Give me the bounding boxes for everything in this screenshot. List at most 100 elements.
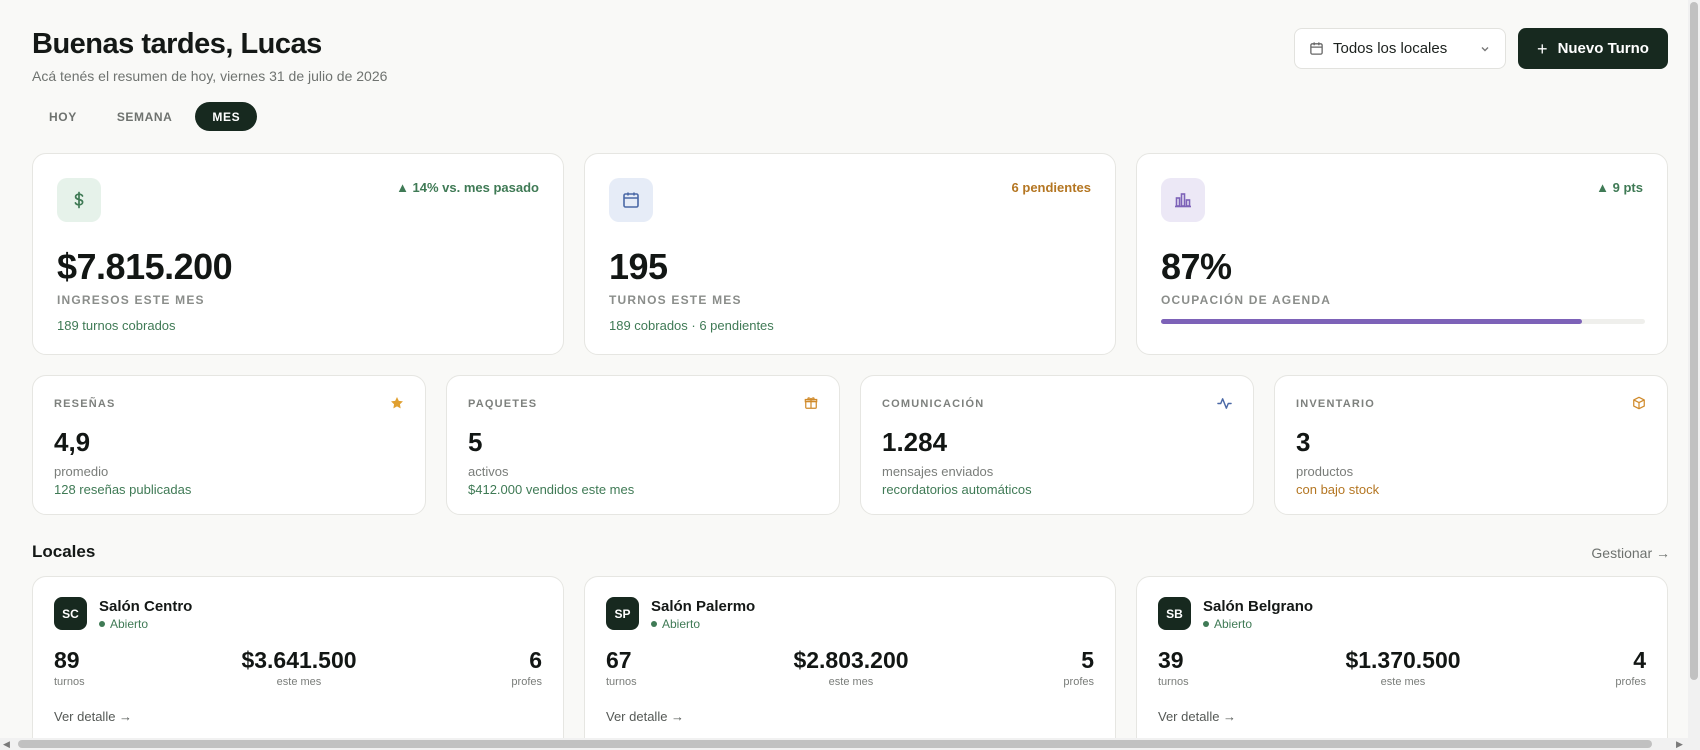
kpi-label: TURNOS ESTE MES xyxy=(609,293,742,307)
scroll-left-icon[interactable]: ◀ xyxy=(3,738,10,750)
location-card-belgrano[interactable]: SB Salón Belgrano Abierto 39 turnos $1.37… xyxy=(1136,576,1668,750)
location-name: Salón Belgrano xyxy=(1203,598,1314,615)
stat-label: turnos xyxy=(54,676,85,688)
stat-value: 6 xyxy=(529,647,542,673)
mini-sub: con bajo stock xyxy=(1296,482,1380,497)
mini-label: RESEÑAS xyxy=(54,398,116,410)
occupancy-progress-fill xyxy=(1161,319,1583,324)
mini-label: INVENTARIO xyxy=(1296,398,1376,410)
location-card-centro[interactable]: SC Salón Centro Abierto 89 turnos $3.641.… xyxy=(32,576,564,750)
mini-sub: $412.000 vendidos este mes xyxy=(468,482,635,497)
stat-turnos: 67 turnos xyxy=(606,647,637,688)
location-name: Salón Palermo xyxy=(651,598,756,615)
new-appointment-label: Nuevo Turno xyxy=(1557,40,1649,57)
stat-turnos: 89 turnos xyxy=(54,647,85,688)
tab-semana[interactable]: SEMANA xyxy=(100,102,190,131)
mini-unit: mensajes enviados xyxy=(882,464,994,479)
avatar: SC xyxy=(54,597,87,630)
kpi-card-appointments: 6 pendientes 195 TURNOS ESTE MES 189 cob… xyxy=(584,153,1116,355)
view-detail-link[interactable]: Ver detalle → xyxy=(1158,709,1236,724)
view-detail-link[interactable]: Ver detalle → xyxy=(606,709,684,724)
stat-profes: 6 profes xyxy=(511,647,542,688)
box-icon xyxy=(1632,396,1646,410)
dollar-icon xyxy=(57,178,101,222)
mini-unit: productos xyxy=(1296,464,1354,479)
kpi-delta: ▲ 14% vs. mes pasado xyxy=(396,180,539,195)
stat-turnos: 39 turnos xyxy=(1158,647,1189,688)
tab-mes[interactable]: MES xyxy=(195,102,258,131)
mini-value: 4,9 xyxy=(54,427,91,457)
status-dot-icon xyxy=(99,621,105,627)
kpi-delta: 6 pendientes xyxy=(1011,180,1091,195)
page-subtitle: Acá tenés el resumen de hoy, viernes 31 … xyxy=(32,68,388,84)
tab-hoy[interactable]: HOY xyxy=(32,102,94,131)
mini-card-inventory: INVENTARIO 3 productos con bajo stock xyxy=(1274,375,1668,515)
vertical-scrollbar-thumb[interactable] xyxy=(1690,2,1698,680)
section-title-locales: Locales xyxy=(32,542,96,561)
stat-value: $2.803.200 xyxy=(793,647,909,673)
stat-value: 89 xyxy=(54,647,80,673)
stat-label: turnos xyxy=(1158,676,1189,688)
kpi-value: 87% xyxy=(1161,246,1232,287)
page-title: Buenas tardes, Lucas xyxy=(32,28,322,60)
scroll-right-icon[interactable]: ▶ xyxy=(1676,738,1683,750)
chevron-down-icon xyxy=(1479,43,1491,55)
kpi-value: 195 xyxy=(609,246,668,287)
mini-value: 3 xyxy=(1296,427,1311,457)
status-badge: Abierto xyxy=(1203,617,1252,631)
period-tabs: HOY SEMANA MES xyxy=(32,102,258,131)
stat-value: 39 xyxy=(1158,647,1184,673)
plus-icon: + xyxy=(1537,38,1548,59)
kpi-sub: 189 cobrados · 6 pendientes xyxy=(609,318,774,333)
stat-label: profes xyxy=(1063,676,1094,688)
vertical-scrollbar[interactable] xyxy=(1688,0,1700,750)
stat-label: este mes xyxy=(1380,676,1426,688)
kpi-value: $7.815.200 xyxy=(57,246,233,287)
mini-card-packages: PAQUETES 5 activos $412.000 vendidos est… xyxy=(446,375,840,515)
stat-label: profes xyxy=(511,676,542,688)
mini-sub: 128 reseñas publicadas xyxy=(54,482,192,497)
mini-label: PAQUETES xyxy=(468,398,538,410)
activity-icon xyxy=(1217,396,1232,411)
stat-label: este mes xyxy=(828,676,874,688)
stat-value: 67 xyxy=(606,647,632,673)
horizontal-scrollbar[interactable]: ◀ ▶ xyxy=(0,738,1688,750)
stat-value: $3.641.500 xyxy=(241,647,357,673)
status-badge: Abierto xyxy=(651,617,700,631)
manage-locations-link[interactable]: Gestionar → xyxy=(1591,545,1670,561)
stat-revenue: $1.370.500 este mes xyxy=(1303,647,1503,688)
calendar-icon xyxy=(1309,41,1324,56)
stat-profes: 4 profes xyxy=(1615,647,1646,688)
mini-card-reviews: RESEÑAS 4,9 promedio 128 reseñas publica… xyxy=(32,375,426,515)
status-dot-icon xyxy=(651,621,657,627)
status-label: Abierto xyxy=(662,617,701,631)
kpi-label: INGRESOS ESTE MES xyxy=(57,293,205,307)
bar-chart-icon xyxy=(1161,178,1205,222)
mini-value: 5 xyxy=(468,427,483,457)
kpi-card-occupancy: ▲ 9 pts 87% OCUPACIÓN DE AGENDA xyxy=(1136,153,1668,355)
view-detail-link[interactable]: Ver detalle → xyxy=(54,709,132,724)
mini-label: COMUNICACIÓN xyxy=(882,398,985,410)
gift-icon xyxy=(804,396,818,410)
stat-revenue: $2.803.200 este mes xyxy=(751,647,951,688)
stat-value: 5 xyxy=(1081,647,1094,673)
avatar: SB xyxy=(1158,597,1191,630)
location-card-palermo[interactable]: SP Salón Palermo Abierto 67 turnos $2.803… xyxy=(584,576,1116,750)
star-icon xyxy=(390,396,404,410)
status-badge: Abierto xyxy=(99,617,148,631)
location-select-value: Todos los locales xyxy=(1333,40,1448,57)
occupancy-progress-bar xyxy=(1161,319,1645,324)
mini-value: 1.284 xyxy=(882,427,948,457)
kpi-card-revenue: ▲ 14% vs. mes pasado $7.815.200 INGRESOS… xyxy=(32,153,564,355)
new-appointment-button[interactable]: + Nuevo Turno xyxy=(1518,28,1668,69)
location-select[interactable]: Todos los locales xyxy=(1294,28,1506,69)
horizontal-scrollbar-thumb[interactable] xyxy=(18,740,1652,748)
status-dot-icon xyxy=(1203,621,1209,627)
stat-label: profes xyxy=(1615,676,1646,688)
status-label: Abierto xyxy=(110,617,149,631)
status-label: Abierto xyxy=(1214,617,1253,631)
avatar: SP xyxy=(606,597,639,630)
stat-revenue: $3.641.500 este mes xyxy=(199,647,399,688)
stat-value: $1.370.500 xyxy=(1345,647,1461,673)
location-name: Salón Centro xyxy=(99,598,193,615)
